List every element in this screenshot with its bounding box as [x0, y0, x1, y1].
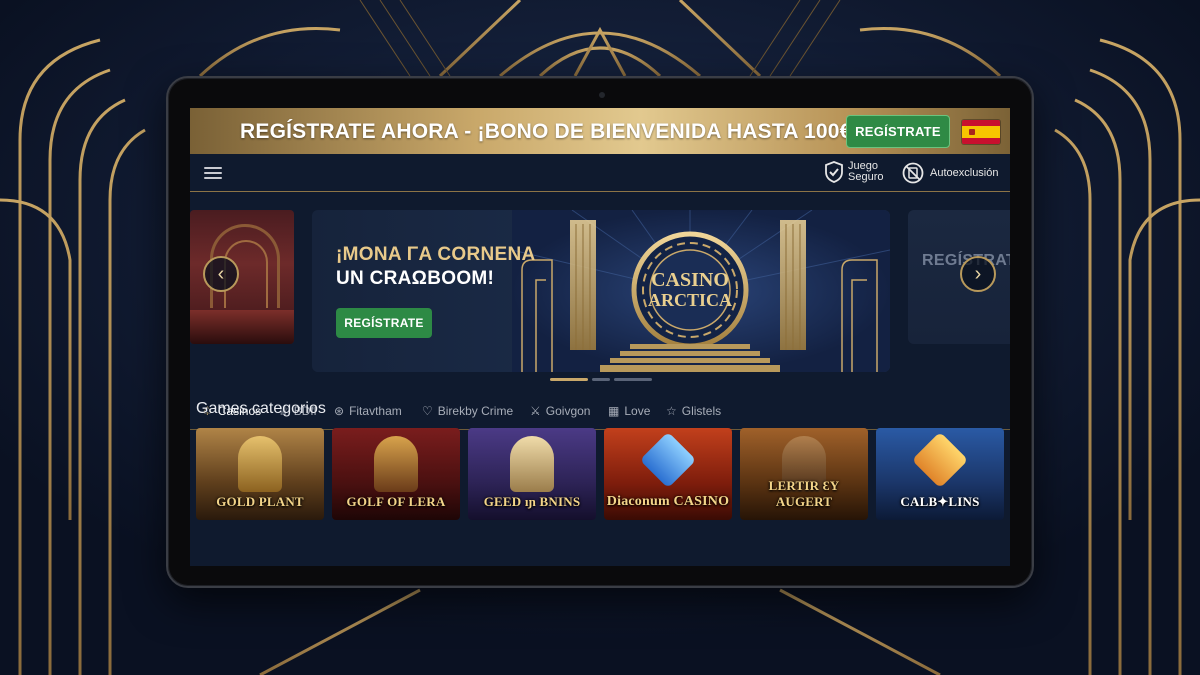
game-card[interactable]: GOLD PLANT [196, 428, 324, 520]
chevron-right-icon: › [974, 263, 982, 285]
casino-arctica-art: CASINO ARCTICA [512, 210, 890, 372]
game-title: GEED ıɲ BNINS [483, 494, 581, 509]
promo-text: REGÍSTRATE AHORA - ¡BONO DE BIENVENIDA H… [240, 120, 859, 143]
indicator[interactable] [614, 378, 652, 381]
game-title: GOLD PLANT [216, 494, 304, 509]
pharaoh-image [238, 436, 282, 492]
grid-icon: ▦ [608, 404, 620, 418]
website-screen: REGÍSTRATE AHORA - ¡BONO DE BIENVENIDA H… [190, 108, 1010, 566]
tab-label: Fitavtham [349, 404, 402, 418]
game-title: GOLF OF LERA [346, 494, 446, 509]
shield-check-icon [825, 161, 843, 183]
tab-goivgon[interactable]: ⚔ Goivgon [530, 404, 590, 418]
logo-line1: CASINO [651, 269, 729, 291]
indicator[interactable] [592, 378, 610, 381]
game-card[interactable]: Diaconum CASINO [604, 428, 732, 520]
self-exclusion-icon [902, 162, 924, 184]
game-card[interactable]: CALB✦LINS [876, 428, 1004, 520]
hero-subtitle: UN CRAΩBOOM! [336, 268, 495, 289]
tab-glistels[interactable]: ☆ Glistels [666, 404, 721, 418]
heart-icon: ♡ [422, 404, 433, 418]
safe-gaming-line2: Seguro [848, 171, 884, 183]
games-section-title: Games categorios [196, 400, 326, 417]
tablet-device: REGÍSTRATE AHORA - ¡BONO DE BIENVENIDA H… [166, 76, 1034, 588]
active-slide[interactable]: CASINO ARCTICA ¡MONA ΓA CORNENA UN CRAΩB… [312, 210, 890, 372]
star-icon: ☆ [666, 404, 677, 418]
tab-fitavtham[interactable]: ⊛ Fitavtham [334, 404, 402, 418]
game-card[interactable]: GOLF OF LERA [332, 428, 460, 520]
chevron-left-icon: ‹ [217, 263, 225, 285]
carousel-indicators [550, 378, 652, 381]
hero-carousel: ‹ CASINO ARCTICA ¡MONA ΓA CORNENA UN CRA… [190, 192, 1010, 392]
hero-register-button[interactable]: REGÍSTRATE [336, 308, 432, 338]
logo-line2: ARCTICA [648, 290, 732, 310]
hamburger-menu-icon[interactable] [204, 167, 222, 179]
carousel-prev-button[interactable]: ‹ [203, 256, 239, 292]
goddess-image [510, 436, 554, 492]
game-card[interactable]: LERTIR ƐY AUGERT [740, 428, 868, 520]
tab-love[interactable]: ▦ Love [608, 404, 650, 418]
gem-image [911, 431, 969, 489]
carousel-next-button[interactable]: › [960, 256, 996, 292]
sword-icon: ⚔ [530, 404, 541, 418]
tab-birekby-crime[interactable]: ♡ Birekby Crime [422, 404, 513, 418]
game-title: Diaconum CASINO [606, 494, 730, 509]
top-navbar: Juego Seguro Autoexclusión [190, 154, 1010, 192]
game-title: LERTIR ƐY AUGERT [768, 478, 840, 509]
tab-label: Goivgon [545, 404, 591, 418]
queen-image [374, 436, 418, 492]
self-exclusion-link[interactable]: Autoexclusión [902, 162, 999, 184]
tab-label: Love [624, 404, 651, 418]
safe-gaming-link[interactable]: Juego Seguro [824, 161, 883, 183]
front-camera [599, 92, 605, 98]
register-button[interactable]: REGÍSTRATE [846, 115, 950, 148]
self-exclusion-label: Autoexclusión [930, 167, 999, 179]
game-title: CALB✦LINS [900, 494, 980, 509]
hero-title: ¡MONA ΓA CORNENA [336, 244, 536, 265]
tab-label: Birekby Crime [437, 404, 514, 418]
game-card[interactable]: GEED ıɲ BNINS [468, 428, 596, 520]
promo-banner: REGÍSTRATE AHORA - ¡BONO DE BIENVENIDA H… [190, 108, 1010, 154]
chip-icon: ⊛ [334, 404, 345, 418]
spain-flag-icon[interactable] [962, 120, 1000, 144]
tab-label: Glistels [681, 404, 722, 418]
games-row: GOLD PLANT GOLF OF LERA GEED ıɲ BNINS Di… [196, 428, 1004, 520]
diamond-image [639, 431, 697, 489]
indicator-active[interactable] [550, 378, 588, 381]
